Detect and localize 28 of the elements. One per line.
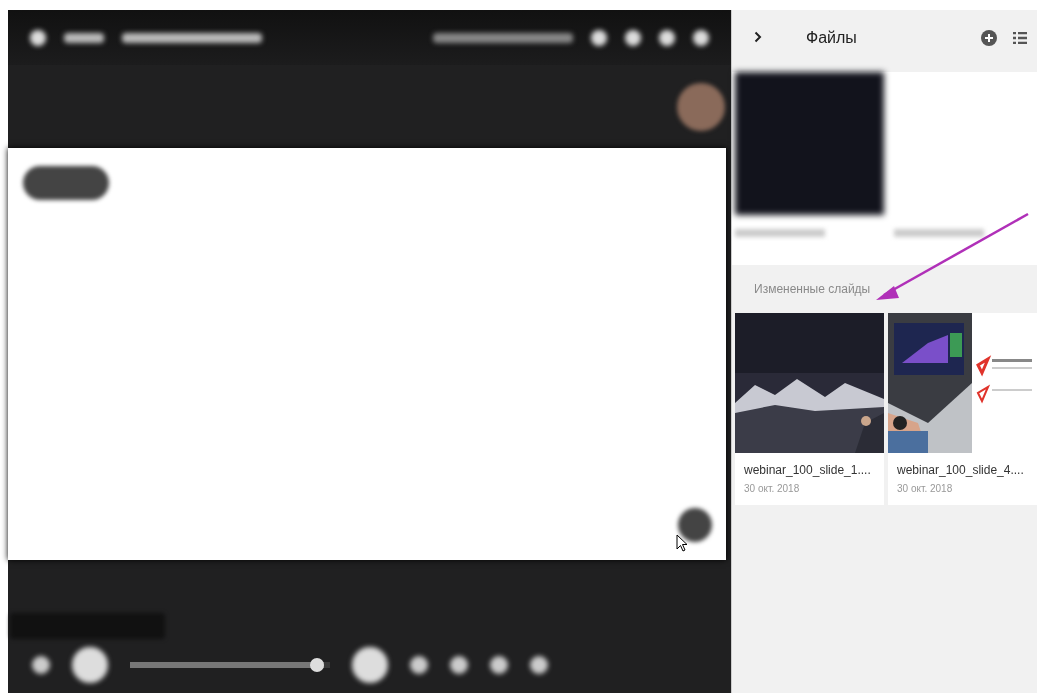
blurred-button[interactable] (23, 166, 109, 200)
blurred-icon[interactable] (591, 29, 607, 46)
blurred-icon[interactable] (625, 29, 641, 46)
blurred-button[interactable] (352, 647, 388, 683)
file-name: webinar_100_slide_4.... (896, 462, 1024, 477)
panel-title: Файлы (806, 28, 858, 47)
file-name: webinar_100_slide_1.... (743, 462, 871, 477)
blurred-label (64, 32, 104, 43)
file-card[interactable]: webinar_100_slide_1.... 30 окт. 2018 (735, 313, 884, 505)
file-date: 30 окт. 2018 (743, 482, 800, 494)
add-icon[interactable] (981, 29, 997, 46)
blurred-icon[interactable] (659, 29, 675, 46)
file-date: 30 окт. 2018 (896, 482, 953, 494)
blurred-icon[interactable] (490, 656, 508, 674)
blurred-icon[interactable] (530, 656, 548, 674)
list-icon[interactable] (1013, 31, 1027, 44)
section-label: Измененные слайды (753, 281, 872, 298)
blurred-button[interactable] (72, 647, 108, 683)
file-card[interactable]: webinar_100_slide_4.... 30 окт. 2018 (888, 313, 1037, 505)
blurred-icon[interactable] (450, 656, 468, 674)
avatar (677, 82, 725, 131)
blurred-icon[interactable] (410, 656, 428, 674)
cursor-icon (676, 534, 688, 552)
blurred-icon (30, 29, 46, 46)
blurred-icon[interactable] (32, 656, 50, 674)
blurred-thumbnail[interactable] (735, 72, 884, 215)
blurred-icon[interactable] (693, 29, 709, 46)
blurred-button[interactable] (678, 508, 712, 542)
